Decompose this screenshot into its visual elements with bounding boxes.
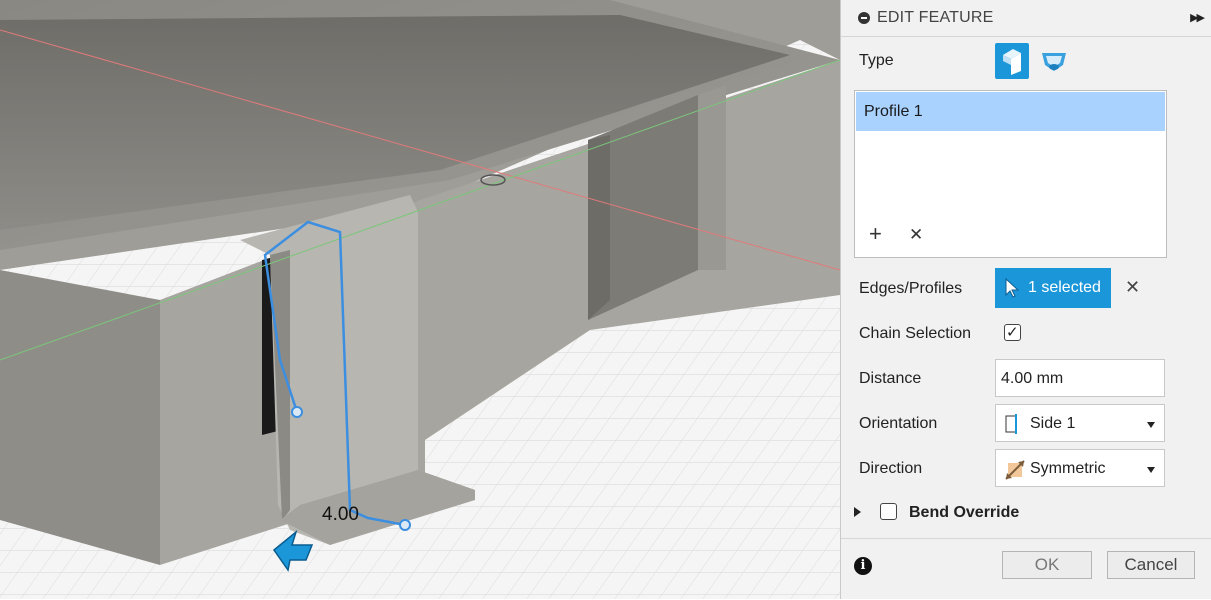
direction-label: Direction	[859, 460, 923, 477]
type-label: Type	[859, 52, 894, 69]
hem-type-button[interactable]	[1037, 43, 1071, 79]
edit-feature-panel: EDIT FEATURE ▶▶ Type Profile 1 + ✕ Edges…	[840, 0, 1211, 599]
profile-list[interactable]: Profile 1 + ✕	[854, 90, 1167, 258]
orientation-label: Orientation	[859, 415, 938, 432]
minus-icon[interactable]	[858, 12, 870, 24]
expand-triangle-icon[interactable]	[854, 507, 861, 517]
distance-label: Distance	[859, 370, 922, 387]
dimension-label[interactable]: 4.00	[322, 504, 359, 525]
chevron-down-icon	[1147, 467, 1155, 473]
profile-label: Profile 1	[864, 103, 923, 120]
symmetric-direction-icon	[1005, 460, 1025, 480]
model-canvas[interactable]: 4.00	[0, 0, 840, 599]
box-left-face	[0, 270, 160, 565]
panel-footer: i OK Cancel	[841, 538, 1211, 600]
selection-count: 1 selected	[1028, 279, 1101, 296]
chain-selection-checkbox[interactable]	[1004, 323, 1021, 341]
3d-viewport[interactable]: 4.00	[0, 0, 840, 599]
add-icon[interactable]: +	[869, 223, 882, 245]
clear-selection-icon[interactable]: ✕	[1125, 277, 1140, 297]
panel-header: EDIT FEATURE ▶▶	[841, 0, 1211, 37]
orientation-dropdown[interactable]: Side 1	[995, 404, 1165, 442]
hem-icon	[1042, 53, 1066, 71]
chain-selection-label: Chain Selection	[859, 325, 972, 342]
distance-value: 4.00 mm	[1001, 370, 1064, 387]
edges-profiles-label: Edges/Profiles	[859, 280, 963, 297]
expand-arrows-icon[interactable]: ▶▶	[1190, 11, 1205, 24]
remove-icon[interactable]: ✕	[909, 225, 923, 245]
cursor-icon	[1005, 278, 1019, 298]
direction-dropdown[interactable]: Symmetric	[995, 449, 1165, 487]
flange-icon	[1003, 49, 1021, 75]
chevron-down-icon	[1147, 422, 1155, 428]
panel-title: EDIT FEATURE	[877, 9, 994, 26]
orientation-value: Side 1	[1030, 415, 1076, 432]
edges-selection-button[interactable]: 1 selected	[995, 268, 1111, 308]
side-orientation-icon	[1005, 414, 1017, 434]
distance-input[interactable]: 4.00 mm	[995, 359, 1165, 397]
cancel-button[interactable]: Cancel	[1107, 551, 1195, 579]
direction-value: Symmetric	[1030, 460, 1106, 477]
bend-override-checkbox[interactable]	[880, 503, 897, 520]
list-item[interactable]: Profile 1	[856, 92, 1165, 131]
bend-override-label: Bend Override	[909, 504, 1020, 521]
ok-button[interactable]: OK	[1002, 551, 1092, 579]
flange-type-button[interactable]	[995, 43, 1029, 79]
info-icon[interactable]: i	[854, 557, 872, 575]
